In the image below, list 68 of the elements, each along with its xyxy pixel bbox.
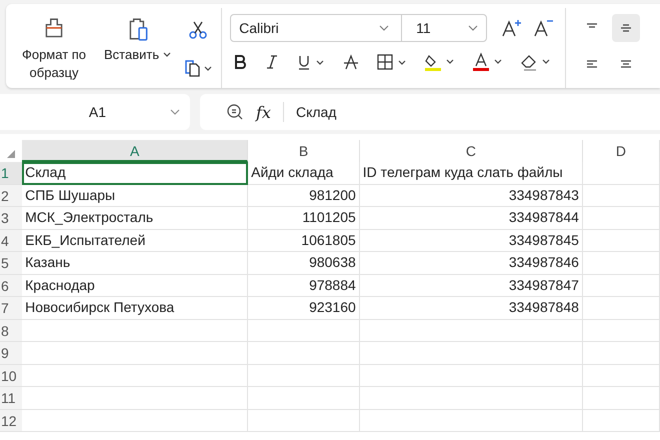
table-cell: 334987845 (360, 230, 583, 252)
name-box[interactable]: A1 (0, 94, 190, 130)
column-header[interactable]: B (248, 140, 360, 162)
table-cell: 923160 (248, 297, 360, 320)
font-combobox[interactable]: Calibri 11 (230, 14, 488, 42)
paint-bucket-icon (425, 55, 454, 71)
table-cell: МСК_Электросталь (22, 207, 248, 230)
row-header[interactable]: 9 (0, 342, 22, 364)
chevron-icon (468, 26, 478, 31)
chevron-icon (170, 110, 180, 115)
row-header[interactable]: 12 (0, 410, 22, 432)
underline-icon (298, 55, 324, 70)
chevron-icon (380, 26, 389, 31)
paste-button[interactable]: Вставить (102, 12, 174, 68)
column-header[interactable]: D (583, 140, 660, 162)
table-cell: Айди склада (248, 162, 360, 184)
align-icon (620, 24, 632, 32)
table-cell: 980638 (248, 252, 360, 274)
table-cell: Казань (22, 252, 248, 274)
table-cell: 334987847 (360, 274, 583, 297)
zoom-icon[interactable] (227, 104, 243, 120)
table-cell: 1101205 (248, 207, 360, 230)
borders-icon (378, 54, 406, 70)
row-header[interactable]: 2 (0, 184, 22, 207)
copy-icon (185, 60, 212, 77)
bold-icon (235, 55, 246, 69)
scissors-icon (189, 21, 207, 39)
table-cell: Новосибирск Петухова (22, 297, 248, 320)
strikethrough-icon (344, 54, 359, 70)
align-button[interactable] (612, 14, 640, 42)
table-cell: 334987844 (360, 207, 583, 230)
align-icon (620, 60, 632, 68)
column-header[interactable]: A (22, 140, 248, 162)
table-cell: Склад (22, 162, 248, 184)
format-painter-button[interactable]: Формат по образцу (14, 12, 94, 86)
shrink-font-icon (534, 20, 554, 37)
font-color-icon (473, 52, 502, 71)
triangle-icon (7, 150, 16, 158)
table-cell: ID телеграм куда слать файлы (360, 162, 583, 184)
row-header[interactable]: 4 (0, 230, 22, 252)
row-header[interactable]: 1 (0, 162, 22, 184)
table-cell: 981200 (248, 184, 360, 207)
align-icon (586, 60, 598, 68)
column-header[interactable]: C (360, 140, 583, 162)
row-header[interactable]: 3 (0, 207, 22, 230)
row-header[interactable]: 10 (0, 364, 22, 387)
table-cell: 334987846 (360, 252, 583, 274)
table-cell: 978884 (248, 274, 360, 297)
align-icon (586, 23, 598, 28)
caret-icon (164, 52, 171, 57)
table-cell: 334987843 (360, 184, 583, 207)
row-header[interactable]: 5 (0, 252, 22, 274)
table-cell: 1061805 (248, 230, 360, 252)
eraser-icon (521, 55, 550, 71)
function-button[interactable]: fx (256, 102, 271, 122)
grow-font-icon (502, 19, 522, 37)
row-header[interactable]: 8 (0, 320, 22, 342)
table-cell: СПБ Шушары (22, 184, 248, 207)
brush-icon (46, 18, 62, 38)
row-header[interactable]: 6 (0, 274, 22, 297)
table-cell: 334987848 (360, 297, 583, 320)
formula-input[interactable]: Склад (296, 104, 336, 120)
row-header[interactable]: 7 (0, 297, 22, 320)
row-header[interactable]: 11 (0, 387, 22, 410)
clipboard-icon (129, 18, 147, 41)
table-cell: Краснодар (22, 274, 248, 297)
table-cell: ЕКБ_Испытателей (22, 230, 248, 252)
italic-icon (266, 55, 278, 69)
